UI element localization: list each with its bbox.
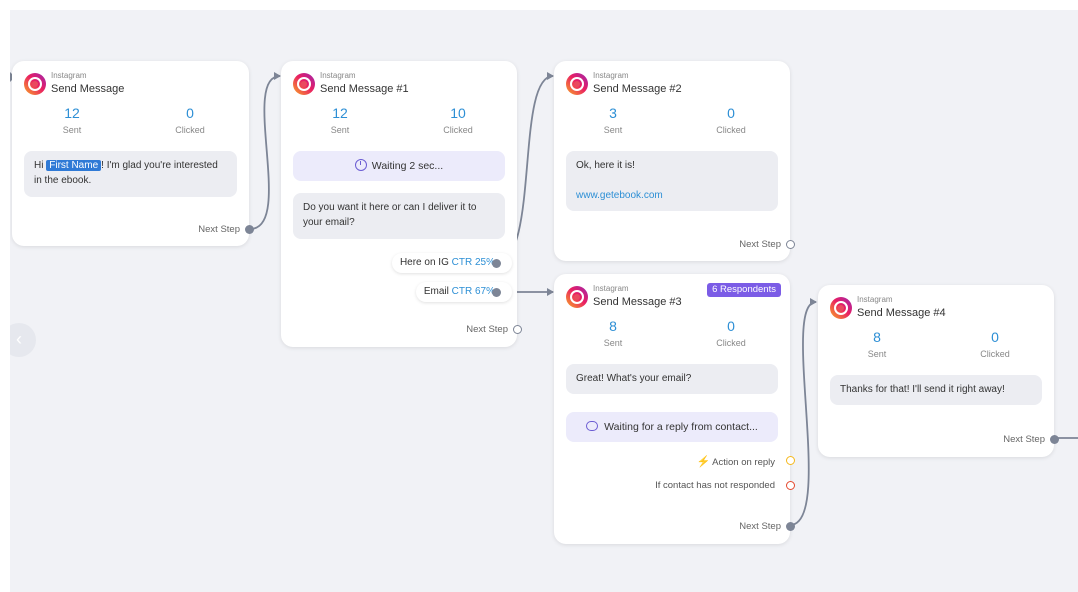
action-on-reply: ⚡ Action on reply bbox=[696, 455, 775, 468]
next-step-label: Next Step bbox=[739, 521, 781, 532]
clicked-label: Clicked bbox=[716, 338, 746, 348]
instagram-icon bbox=[566, 73, 588, 95]
respondents-badge[interactable]: 6 Respondents bbox=[707, 283, 781, 297]
flow-canvas[interactable]: ‹ Instagram Send Message 12 Sent 0 Click… bbox=[10, 10, 1078, 592]
sent-label: Sent bbox=[603, 125, 623, 135]
first-name-variable: First Name bbox=[46, 160, 102, 171]
message-card-1[interactable]: Instagram Send Message #1 12 Sent 10 Cli… bbox=[281, 61, 522, 347]
message-bubble[interactable]: Do you want it here or can I deliver it … bbox=[293, 193, 505, 239]
clicked-label: Clicked bbox=[175, 125, 205, 135]
sent-label: Sent bbox=[62, 125, 82, 135]
chat-icon bbox=[586, 421, 599, 431]
button-label: Here on IG bbox=[399, 257, 449, 268]
arrowhead-card2 bbox=[547, 72, 554, 80]
platform-label: Instagram bbox=[857, 295, 893, 304]
sent-label: Sent bbox=[603, 338, 623, 348]
sent-count: 8 bbox=[873, 329, 881, 345]
not-responded-handle[interactable] bbox=[786, 481, 795, 490]
message-text: Thanks for that! I'll send it right away… bbox=[840, 384, 1005, 395]
sent-label: Sent bbox=[867, 349, 887, 359]
message-card-0[interactable]: Instagram Send Message 12 Sent 0 Clicked… bbox=[12, 61, 254, 246]
not-responded-label: If contact has not responded bbox=[655, 480, 775, 491]
message-bubble[interactable]: Great! What's your email? bbox=[566, 364, 778, 394]
here-on-ig-handle[interactable] bbox=[492, 259, 501, 268]
card-title: Send Message #4 bbox=[857, 307, 946, 319]
clicked-count: 0 bbox=[186, 105, 194, 121]
message-card-3[interactable]: Instagram Send Message #3 6 Respondents … bbox=[554, 274, 795, 544]
ebook-link[interactable]: www.getebook.com bbox=[576, 188, 768, 203]
clock-icon bbox=[354, 159, 367, 171]
instagram-icon bbox=[830, 297, 852, 319]
instagram-icon bbox=[293, 73, 315, 95]
instagram-icon bbox=[24, 73, 46, 95]
instagram-icon bbox=[566, 286, 588, 308]
clicked-count: 10 bbox=[450, 105, 466, 121]
next-step-label: Next Step bbox=[466, 324, 508, 335]
message-bubble[interactable]: Ok, here it is! www.getebook.com bbox=[566, 151, 778, 211]
message-card-4[interactable]: Instagram Send Message #4 8 Sent 0 Click… bbox=[818, 285, 1059, 457]
card-title: Send Message bbox=[51, 83, 125, 95]
waiting-text: Waiting 2 sec... bbox=[371, 160, 444, 172]
arrowhead-card4 bbox=[810, 298, 817, 306]
message-card-2[interactable]: Instagram Send Message #2 3 Sent 0 Click… bbox=[554, 61, 795, 261]
message-text: Do you want it here or can I deliver it … bbox=[303, 202, 477, 228]
connector-card3-to-card4 bbox=[789, 301, 817, 526]
message-bubble[interactable]: Thanks for that! I'll send it right away… bbox=[830, 375, 1042, 405]
sent-count: 12 bbox=[64, 105, 80, 121]
message-text: Great! What's your email? bbox=[576, 373, 692, 384]
connector-card0-to-card1 bbox=[249, 75, 281, 230]
next-step-handle[interactable] bbox=[513, 325, 522, 334]
next-step-handle[interactable] bbox=[786, 240, 795, 249]
clicked-label: Clicked bbox=[443, 125, 473, 135]
not-responded: If contact has not responded bbox=[655, 480, 775, 491]
lightning-icon: ⚡ bbox=[696, 456, 711, 468]
next-step-handle[interactable] bbox=[786, 522, 795, 531]
platform-label: Instagram bbox=[593, 71, 629, 80]
button-ctr: CTR 67% bbox=[451, 286, 495, 297]
button-ctr: CTR 25% bbox=[451, 257, 495, 268]
sent-count: 8 bbox=[609, 318, 617, 334]
clicked-label: Clicked bbox=[980, 349, 1010, 359]
platform-label: Instagram bbox=[593, 284, 629, 293]
waiting-reply[interactable]: Waiting for a reply from contact... bbox=[566, 412, 778, 442]
card-title: Send Message #2 bbox=[593, 83, 682, 95]
clicked-label: Clicked bbox=[716, 125, 746, 135]
sent-count: 3 bbox=[609, 105, 617, 121]
message-prefix: Hi bbox=[34, 160, 44, 171]
platform-label: Instagram bbox=[320, 71, 356, 80]
sent-count: 12 bbox=[332, 105, 348, 121]
arrowhead-card3 bbox=[547, 288, 554, 296]
sent-label: Sent bbox=[330, 125, 350, 135]
action-on-reply-label: Action on reply bbox=[712, 457, 775, 468]
next-step-label: Next Step bbox=[198, 224, 240, 235]
clicked-count: 0 bbox=[991, 329, 999, 345]
message-text: Ok, here it is! bbox=[576, 160, 635, 171]
platform-label: Instagram bbox=[51, 71, 87, 80]
email-handle[interactable] bbox=[492, 288, 501, 297]
action-on-reply-handle[interactable] bbox=[786, 456, 795, 465]
next-step-handle[interactable] bbox=[1050, 435, 1059, 444]
clicked-count: 0 bbox=[727, 105, 735, 121]
next-step-label: Next Step bbox=[739, 239, 781, 250]
arrowhead-card1 bbox=[274, 72, 281, 80]
next-step-handle[interactable] bbox=[245, 225, 254, 234]
clicked-count: 0 bbox=[727, 318, 735, 334]
waiting-delay[interactable]: Waiting 2 sec... bbox=[293, 151, 505, 181]
button-label: Email bbox=[423, 286, 449, 297]
waiting-text: Waiting for a reply from contact... bbox=[604, 421, 758, 433]
message-bubble[interactable]: Hi First Name! I'm glad you're intereste… bbox=[24, 151, 237, 197]
next-step-label: Next Step bbox=[1003, 434, 1045, 445]
card-title: Send Message #1 bbox=[320, 83, 409, 95]
card-title: Send Message #3 bbox=[593, 296, 682, 308]
